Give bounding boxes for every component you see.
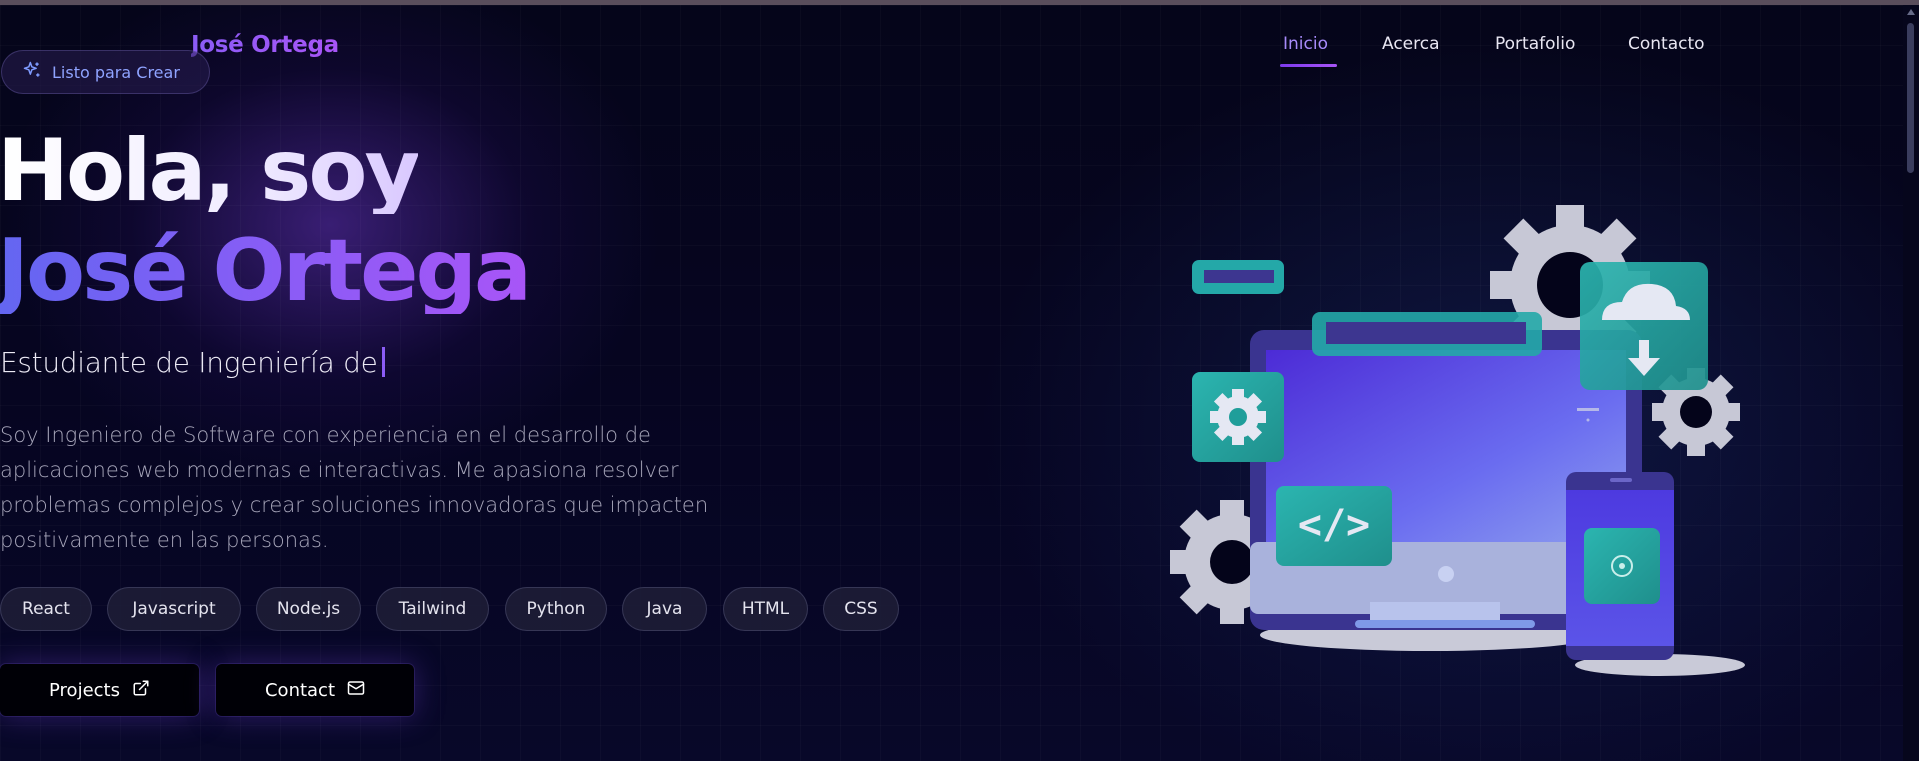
skill-chip-java[interactable]: Java (622, 587, 707, 631)
mail-icon (347, 679, 365, 702)
code-brackets-icon: </> (1298, 502, 1370, 548)
address-bar-panel (1312, 312, 1542, 356)
code-tile: </> (1276, 486, 1392, 566)
nav-portafolio[interactable]: Portafolio (1495, 34, 1575, 54)
active-nav-underline (1280, 64, 1337, 67)
hero-subtitle: Estudiante de Ingeniería de (0, 346, 385, 379)
badge-label: Listo para Crear (52, 62, 180, 82)
contact-button[interactable]: Contact (216, 664, 414, 716)
skill-chip-html[interactable]: HTML (723, 587, 808, 631)
phone-graphic (1566, 472, 1674, 660)
nav-inicio[interactable]: Inicio (1283, 34, 1328, 54)
typing-cursor (381, 347, 385, 377)
cloud-download-tile (1580, 262, 1708, 390)
scrollbar-thumb[interactable] (1907, 23, 1914, 173)
gear-tile-icon (1210, 389, 1266, 445)
subtitle-text: Estudiante de Ingeniería de (0, 346, 378, 379)
skill-chip-python[interactable]: Python (505, 587, 607, 631)
skill-chip-nodejs[interactable]: Node.js (256, 587, 361, 631)
skill-chip-tailwind[interactable]: Tailwind (376, 587, 489, 631)
nav-contacto[interactable]: Contacto (1628, 34, 1705, 54)
skill-chip-react[interactable]: React (0, 587, 92, 631)
nav-acerca[interactable]: Acerca (1382, 34, 1440, 54)
small-pill-panel (1192, 260, 1284, 294)
projects-button-label: Projects (49, 679, 120, 701)
skill-chip-javascript[interactable]: Javascript (107, 587, 241, 631)
skill-chip-css[interactable]: CSS (823, 587, 899, 631)
hero-name: José Ortega (0, 228, 532, 314)
status-badge: Listo para Crear (1, 50, 210, 94)
hero-description: Soy Ingeniero de Software con experienci… (0, 423, 709, 552)
scroll-up-arrow-icon[interactable] (1907, 9, 1915, 15)
contact-button-label: Contact (264, 679, 336, 701)
hero-greeting: Hola, soy (0, 128, 421, 214)
sparkles-icon (22, 60, 42, 84)
brand-logo[interactable]: José Ortega (191, 32, 339, 58)
settings-tile (1192, 372, 1284, 462)
page-scrollbar[interactable] (1903, 5, 1919, 761)
projects-button[interactable]: Projects (0, 664, 199, 716)
external-link-icon (132, 679, 150, 702)
hero-illustration: </> (1170, 205, 1745, 676)
